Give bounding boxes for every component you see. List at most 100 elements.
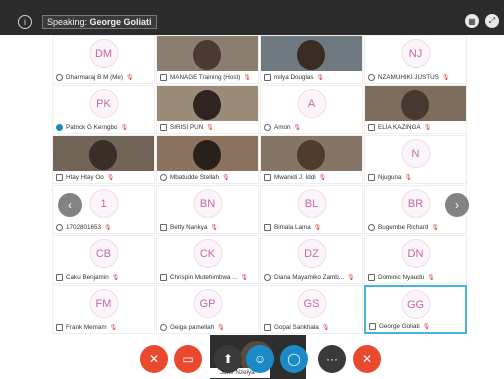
muted-mic-icon: 🎙 bbox=[206, 124, 214, 131]
muted-mic-icon: 🎙 bbox=[404, 174, 413, 181]
next-page-button[interactable]: › bbox=[445, 193, 469, 217]
participant-tile[interactable]: Htay Htay Oo 🎙 bbox=[52, 135, 155, 184]
participant-tile[interactable]: ELIA KAZINGA 🎙 bbox=[364, 85, 467, 134]
connection-icon bbox=[368, 173, 375, 181]
muted-mic-icon: 🎙 bbox=[120, 124, 129, 131]
connection-icon bbox=[160, 73, 167, 81]
connection-icon bbox=[56, 173, 63, 181]
participant-tile[interactable]: Mwanidi J. Iddi 🎙 bbox=[260, 135, 363, 184]
connection-icon bbox=[56, 323, 63, 331]
participant-caption: Chrispin Mutehimbwa ... 🎙 bbox=[157, 271, 258, 283]
muted-mic-icon: 🎙 bbox=[217, 324, 225, 331]
connection-icon bbox=[264, 223, 271, 231]
participant-caption: Njuguna 🎙 bbox=[365, 171, 466, 183]
muted-mic-icon: 🎙 bbox=[111, 274, 120, 281]
participant-avatar: BR bbox=[401, 189, 430, 218]
connection-icon bbox=[264, 73, 271, 81]
participant-tile[interactable]: BL Bimala Lama 🎙 bbox=[260, 185, 363, 234]
participant-caption: MANAGE Training (Host) 🎙 bbox=[157, 71, 258, 83]
participant-name: Chrispin Mutehimbwa ... bbox=[170, 273, 238, 281]
participant-tile[interactable]: CB Caku Benjamin 🎙 bbox=[52, 235, 155, 284]
participant-caption: ELIA KAZINGA 🎙 bbox=[365, 121, 466, 133]
connection-icon bbox=[56, 123, 63, 131]
participant-name: Gopal Sankhala bbox=[274, 323, 319, 331]
participant-avatar: DN bbox=[401, 239, 430, 268]
participant-video bbox=[297, 140, 325, 170]
participant-caption: Bugembe Richard 🎙 bbox=[365, 221, 466, 233]
participant-tile[interactable]: SIRISI PUN 🎙 bbox=[156, 85, 259, 134]
participant-tile[interactable]: FM Frank Memam 🎙 bbox=[52, 285, 155, 334]
muted-mic-icon: 🎙 bbox=[441, 74, 450, 81]
info-icon[interactable]: i bbox=[18, 15, 32, 29]
participant-caption: Gopal Sankhala 🎙 bbox=[261, 321, 362, 333]
muted-mic-icon: 🎙 bbox=[240, 274, 249, 281]
participant-tile[interactable]: PK Patrick G Kerngbo 🎙 bbox=[52, 85, 155, 134]
participant-name: Htay Htay Oo bbox=[66, 173, 104, 181]
connection-icon bbox=[368, 273, 375, 281]
participant-tile[interactable]: DN Dominic Nyaudu 🎙 bbox=[364, 235, 467, 284]
muted-mic-icon: 🎙 bbox=[109, 324, 118, 331]
participant-avatar: DZ bbox=[297, 239, 326, 268]
connection-icon bbox=[160, 173, 167, 181]
connection-icon bbox=[368, 73, 375, 81]
video-off-icon[interactable]: ▭ bbox=[174, 345, 202, 373]
muted-mic-icon: 🎙 bbox=[243, 74, 251, 81]
participant-tile[interactable]: DZ Diana Mayamiko Zamb... 🎙 bbox=[260, 235, 363, 284]
connection-icon bbox=[56, 273, 63, 281]
participant-tile[interactable]: N Njuguna 🎙 bbox=[364, 135, 467, 184]
participant-video bbox=[297, 40, 325, 70]
participant-video bbox=[401, 90, 429, 120]
leave-meeting-icon[interactable]: ✕ bbox=[353, 345, 381, 373]
previous-page-button[interactable]: ‹ bbox=[58, 193, 82, 217]
participant-name: 1702801653 bbox=[66, 223, 102, 231]
participant-name: George Goliati bbox=[379, 322, 420, 330]
participants-icon[interactable]: ☺ bbox=[246, 345, 274, 373]
participant-caption: George Goliati 🎙 bbox=[366, 320, 465, 332]
participant-tile[interactable]: BN Betty Nankya 🎙 bbox=[156, 185, 259, 234]
participant-name: Diana Mayamiko Zamb... bbox=[274, 273, 344, 281]
participant-name: Mbatudde Stellah bbox=[170, 173, 220, 181]
participant-caption: 1702801653 🎙 bbox=[53, 221, 154, 233]
participant-video bbox=[193, 140, 221, 170]
participant-tile[interactable]: CK Chrispin Mutehimbwa ... 🎙 bbox=[156, 235, 259, 284]
more-options-icon[interactable]: ··· bbox=[318, 345, 346, 373]
connection-icon bbox=[264, 323, 271, 331]
participant-tile[interactable]: milya Douglas 🎙 bbox=[260, 35, 363, 84]
participant-caption: Patrick G Kerngbo 🎙 bbox=[53, 121, 154, 133]
participant-name: Bugembe Richard bbox=[378, 223, 429, 231]
connection-icon bbox=[368, 223, 375, 231]
participant-caption: Bimala Lama 🎙 bbox=[261, 221, 362, 233]
muted-mic-icon: 🎙 bbox=[106, 174, 115, 181]
participant-avatar: PK bbox=[89, 89, 118, 118]
participant-tile[interactable]: A Amon 🎙 bbox=[260, 85, 363, 134]
participant-tile[interactable]: DM Dharmaraj B M (Me) 🎙 bbox=[52, 35, 155, 84]
exit-fullscreen-icon[interactable]: ⤢ bbox=[485, 14, 499, 28]
participant-name: NZAMUHIKI JUSTUS bbox=[378, 73, 439, 81]
chat-icon[interactable]: ◯ bbox=[280, 345, 308, 373]
participant-avatar: CK bbox=[193, 239, 222, 268]
participant-name: Amon bbox=[274, 123, 291, 131]
muted-mic-icon: 🎙 bbox=[293, 124, 302, 131]
participant-tile[interactable]: GG George Goliati 🎙 bbox=[364, 285, 467, 334]
connection-icon bbox=[264, 173, 271, 181]
connection-icon bbox=[369, 322, 376, 330]
speaking-indicator: Speaking: George Goliati bbox=[42, 15, 157, 29]
grid-layout-icon[interactable]: ▦ bbox=[465, 14, 479, 28]
participant-tile[interactable]: Mbatudde Stellah 🎙 bbox=[156, 135, 259, 184]
participant-name: Mwanidi J. Iddi bbox=[274, 173, 316, 181]
connection-icon bbox=[368, 123, 375, 131]
share-screen-icon[interactable]: ⬆ bbox=[214, 345, 242, 373]
participant-tile[interactable]: NJ NZAMUHIKI JUSTUS 🎙 bbox=[364, 35, 467, 84]
participant-caption: Frank Memam 🎙 bbox=[53, 321, 154, 333]
connection-icon bbox=[56, 223, 63, 231]
participant-tile[interactable]: GS Gopal Sankhala 🎙 bbox=[260, 285, 363, 334]
muted-mic-icon: 🎙 bbox=[318, 174, 327, 181]
participant-caption: Caku Benjamin 🎙 bbox=[53, 271, 154, 283]
participant-name: Geiga pamellah bbox=[170, 323, 215, 331]
participant-avatar: DM bbox=[89, 39, 118, 68]
participant-caption: Geiga pamellah 🎙 bbox=[157, 321, 258, 333]
participant-tile[interactable]: GP Geiga pamellah 🎙 bbox=[156, 285, 259, 334]
mute-microphone-icon[interactable]: ✕ bbox=[140, 345, 168, 373]
muted-mic-icon: 🎙 bbox=[427, 274, 435, 281]
participant-tile[interactable]: MANAGE Training (Host) 🎙 bbox=[156, 35, 259, 84]
